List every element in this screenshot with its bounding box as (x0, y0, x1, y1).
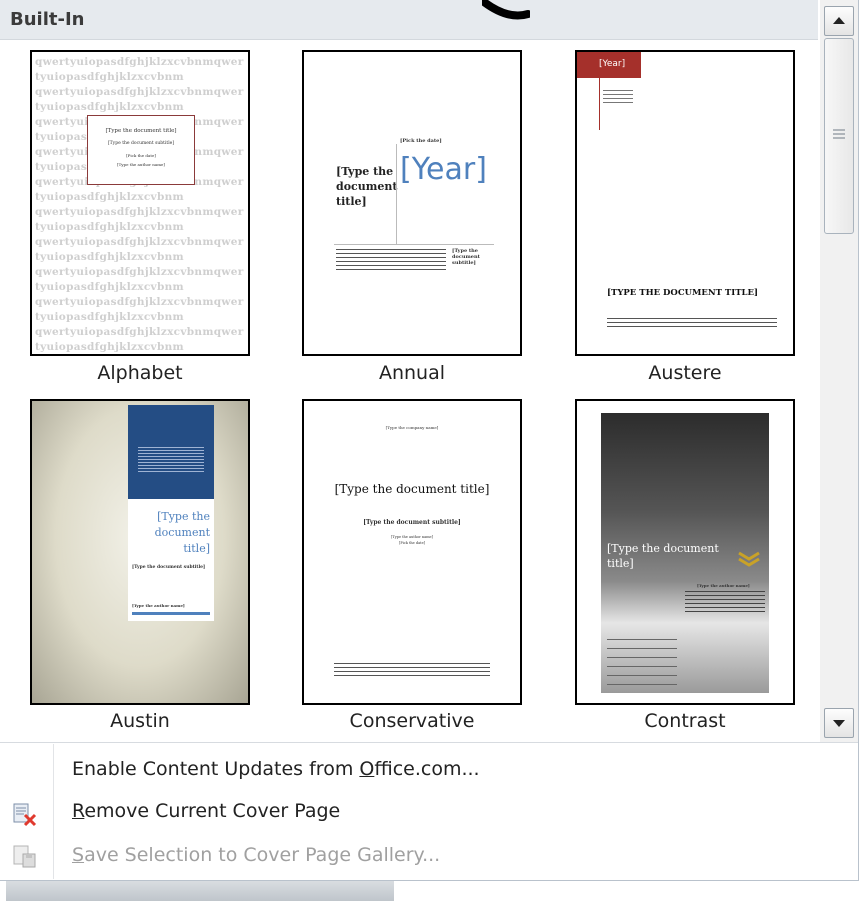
alphabet-pattern: qwertyuiopasdfghjklzxcvbnmqwertyuiopasdf… (35, 56, 244, 353)
label-conservative: Conservative (349, 710, 475, 732)
thumb-annual[interactable]: [Pick the date] [Type the document title… (302, 50, 522, 356)
contrast-contact-lines (607, 639, 677, 689)
thumb-contrast[interactable]: [Type the document title] [Type the auth… (575, 399, 795, 705)
menu-enable-updates-text: Enable Content Updates from (72, 758, 360, 780)
austere-title: [TYPE THE DOCUMENT TITLE] (607, 288, 759, 298)
alphabet-title: [Type the document title] (105, 128, 177, 134)
austere-year: [Year] (599, 59, 626, 69)
conservative-subtitle: [Type the document subtitle] (363, 519, 461, 526)
label-austin: Austin (110, 710, 170, 732)
menu-save-selection[interactable]: Save Selection to Cover Page Gallery... (72, 844, 440, 866)
annual-subtitle: [Type the document subtitle] (452, 248, 480, 266)
menu-enable-updates-accel: O (359, 758, 375, 780)
gallery-header: Built-In (0, 0, 818, 40)
austere-rule (599, 78, 600, 130)
gallery-scrollbar[interactable] (820, 0, 858, 742)
thumb-alphabet[interactable]: qwertyuiopasdfghjklzxcvbnmqwertyuiopasdf… (30, 50, 250, 356)
menu-remove-cover-accel: R (72, 800, 85, 822)
austin-abstract (138, 447, 204, 473)
contrast-author: [Type the author name] (697, 583, 750, 588)
austin-author: [Type the author name] (132, 603, 185, 608)
alphabet-title-box: [Type the document title] [Type the docu… (87, 115, 195, 185)
alphabet-subtitle: [Type the document subtitle] (107, 141, 175, 146)
alphabet-author: [Type the author name] (117, 162, 165, 167)
conservative-abstract (334, 663, 490, 677)
grip-icon (833, 129, 845, 139)
annual-abstract (336, 249, 446, 273)
label-annual: Annual (378, 362, 446, 384)
thumb-austere[interactable]: [Year] [TYPE THE DOCUMENT TITLE] (575, 50, 795, 356)
conservative-company: [Type the company name] (385, 425, 439, 430)
save-cover-icon (13, 845, 36, 868)
conservative-title: [Type the document title] (334, 482, 490, 496)
contrast-abstract (685, 591, 765, 613)
scrollbar-thumb[interactable] (824, 38, 854, 234)
scroll-up-icon (833, 17, 845, 24)
contrast-page: [Type the document title] [Type the auth… (601, 413, 769, 693)
remove-cover-icon (13, 803, 37, 827)
scroll-up-button[interactable] (824, 6, 854, 36)
thumb-conservative[interactable]: [Type the company name] [Type the docume… (302, 399, 522, 705)
gallery-header-label: Built-In (10, 9, 85, 30)
label-contrast: Contrast (644, 710, 726, 732)
scroll-down-icon (833, 720, 845, 727)
austin-bar (132, 612, 210, 615)
scroll-down-button[interactable] (824, 708, 854, 738)
gallery-menu: Enable Content Updates from Office.com..… (0, 744, 858, 879)
annual-rule (334, 244, 494, 245)
conservative-date: [Pick the date] (398, 541, 426, 545)
menu-save-selection-accel: S (72, 844, 85, 866)
gallery-grid: qwertyuiopasdfghjklzxcvbnmqwertyuiopasdf… (0, 40, 818, 740)
menu-separator (0, 742, 858, 743)
thumb-austin[interactable]: [Type the document title] [Type the docu… (30, 399, 250, 705)
annual-date: [Pick the date] (400, 138, 442, 144)
austere-lines (603, 90, 633, 104)
menu-enable-updates[interactable]: Enable Content Updates from Office.com..… (72, 758, 480, 780)
austin-title: [Type the document title] (154, 510, 210, 555)
conservative-author: [Type the author name] (391, 535, 433, 539)
menu-remove-cover[interactable]: Remove Current Cover Page (72, 800, 340, 822)
austin-blue-block (128, 405, 214, 499)
austin-page: [Type the document title] [Type the docu… (128, 405, 214, 621)
annual-year: [Year] (400, 152, 487, 187)
window-background-strip (6, 881, 394, 901)
austere-year-band: [Year] (577, 52, 641, 78)
contrast-chevron-icon (738, 551, 760, 567)
menu-enable-updates-text2: ffice.com... (374, 758, 480, 780)
label-austere: Austere (648, 362, 722, 384)
ink-stroke (482, 0, 530, 20)
annual-title: [Type the document title] (336, 165, 398, 208)
alphabet-date: [Pick the date] (126, 153, 156, 158)
menu-remove-cover-text: emove Current Cover Page (84, 800, 341, 822)
contrast-title: [Type the document title] (607, 542, 719, 570)
austin-subtitle: [Type the document subtitle] (132, 565, 206, 570)
austere-abstract (607, 318, 777, 330)
menu-save-selection-text: ave Selection to Cover Page Gallery... (84, 844, 441, 866)
label-alphabet: Alphabet (97, 362, 183, 384)
annual-divider (396, 144, 397, 244)
